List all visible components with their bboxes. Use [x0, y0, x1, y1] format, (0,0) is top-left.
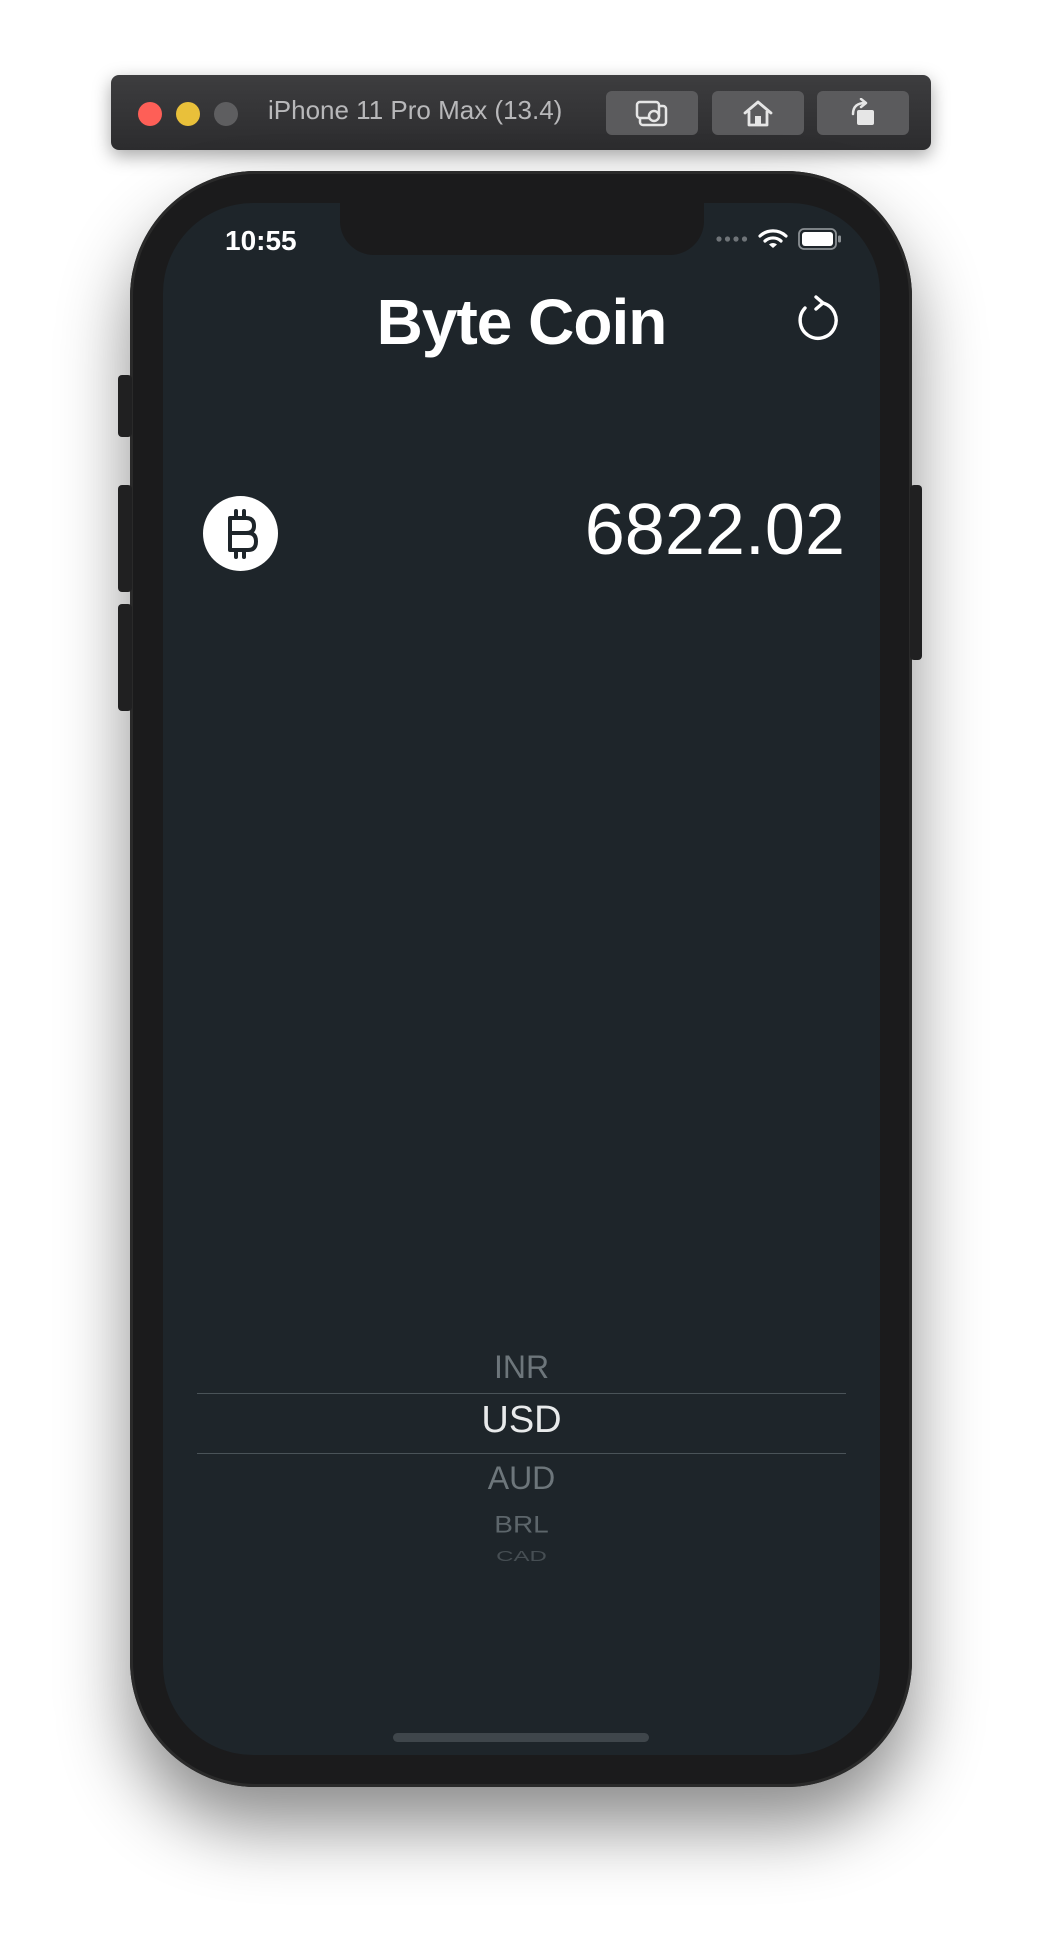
- picker-option[interactable]: AUD: [197, 1460, 846, 1497]
- simulator-window: iPhone 11 Pro Max (13.4) 10:55 Byte Coin…: [0, 0, 1042, 1938]
- home-icon: [743, 100, 773, 127]
- picker-option[interactable]: CAD: [197, 1549, 846, 1566]
- rotate-icon: [851, 98, 874, 125]
- simulator-titlebar: iPhone 11 Pro Max (13.4): [111, 75, 931, 150]
- picker-selection-top-line: [197, 1393, 846, 1394]
- volume-down-button[interactable]: [118, 604, 132, 711]
- wifi-icon: [758, 229, 788, 248]
- mute-switch[interactable]: [118, 375, 132, 437]
- app-screen: 10:55 Byte Coin 6822.02 INR USD AUD BRL …: [163, 203, 880, 1755]
- app-title: Byte Coin: [376, 286, 668, 358]
- picker-selected-option[interactable]: USD: [197, 1399, 846, 1442]
- battery-icon: [798, 228, 841, 250]
- bitcoin-icon: [227, 508, 258, 559]
- refresh-icon: [798, 295, 838, 341]
- cellular-signal-icon: [716, 236, 748, 242]
- refresh-button[interactable]: [794, 295, 840, 343]
- close-window-button[interactable]: [138, 102, 162, 126]
- power-button[interactable]: [910, 485, 922, 660]
- currency-picker[interactable]: INR USD AUD BRL CAD: [197, 1343, 846, 1583]
- screenshot-button[interactable]: [606, 91, 698, 135]
- zoom-window-button[interactable]: [214, 102, 238, 126]
- picker-selection-bottom-line: [197, 1453, 846, 1454]
- picker-option[interactable]: INR: [197, 1349, 846, 1386]
- screenshot-icon: [635, 100, 668, 127]
- home-button[interactable]: [712, 91, 804, 135]
- minimize-window-button[interactable]: [176, 102, 200, 126]
- home-indicator[interactable]: [393, 1733, 649, 1742]
- simulator-title: iPhone 11 Pro Max (13.4): [268, 95, 563, 125]
- notch: [340, 203, 704, 255]
- status-icons: [716, 228, 842, 250]
- status-time: 10:55: [225, 225, 297, 256]
- volume-up-button[interactable]: [118, 485, 132, 592]
- coin-badge: [203, 496, 278, 571]
- price-label: 6822.02: [584, 490, 845, 570]
- picker-option[interactable]: BRL: [197, 1511, 846, 1538]
- rotate-button[interactable]: [817, 91, 909, 135]
